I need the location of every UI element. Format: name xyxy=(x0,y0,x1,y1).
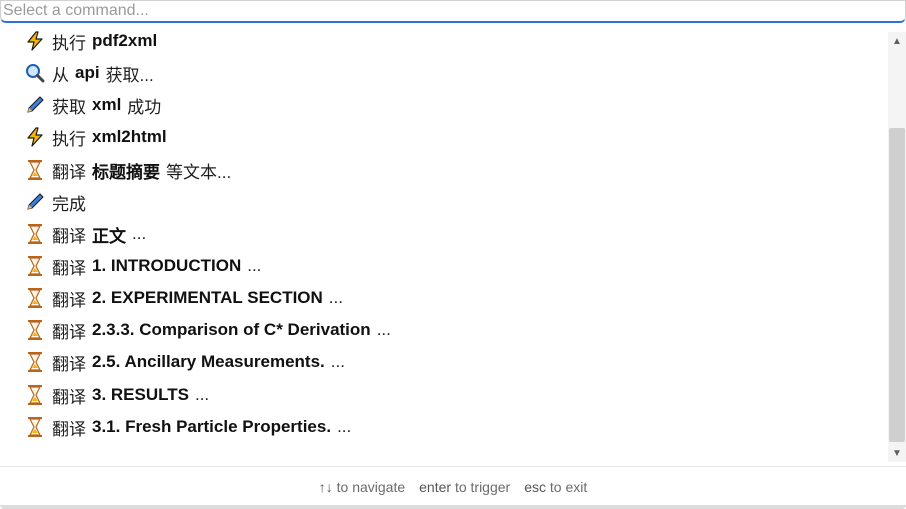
hourglass-icon xyxy=(24,159,46,181)
command-verb: 翻译 xyxy=(52,258,86,278)
exit-key: esc xyxy=(524,479,546,495)
command-suffix: ... xyxy=(337,417,352,436)
command-target: pdf2xml xyxy=(92,31,158,50)
command-target: 正文 xyxy=(92,226,126,246)
command-target: 2.3.3. Comparison of C* Derivation xyxy=(92,320,371,339)
command-verb: 翻译 xyxy=(52,290,86,310)
command-target: 3.1. Fresh Particle Properties. xyxy=(92,417,332,436)
command-palette: 执行 pdf2xml 从 api 获取... 获取 xml 成功 执行 xml2… xyxy=(0,0,906,509)
exit-hint: esc to exit xyxy=(524,479,587,495)
command-target: api xyxy=(75,63,100,82)
command-item[interactable]: 完成 xyxy=(24,188,884,216)
command-item[interactable]: 翻译 正文... xyxy=(24,220,884,248)
command-suffix: 等文本... xyxy=(166,162,232,182)
command-target: 标题摘要 xyxy=(92,162,160,182)
command-target: 2. EXPERIMENTAL SECTION xyxy=(92,288,323,307)
command-item[interactable]: 翻译 1. INTRODUCTION... xyxy=(24,252,884,280)
command-item[interactable]: 翻译 2.5. Ancillary Measurements.... xyxy=(24,348,884,376)
command-suffix: 获取... xyxy=(105,65,154,85)
keyboard-hints: ↑↓ to navigate enter to trigger esc to e… xyxy=(0,467,906,507)
pen-icon xyxy=(24,94,46,116)
command-item[interactable]: 执行 xml2html xyxy=(24,123,884,151)
command-verb: 翻译 xyxy=(52,419,86,439)
trigger-label: to trigger xyxy=(454,479,511,495)
lightning-icon xyxy=(24,126,46,148)
scroll-down-icon[interactable]: ▼ xyxy=(888,446,906,460)
lightning-icon xyxy=(24,30,46,52)
palette-bottom-edge xyxy=(0,505,906,509)
command-target: 3. RESULTS xyxy=(92,385,189,404)
command-target: xml xyxy=(92,95,122,114)
command-item[interactable]: 从 api 获取... xyxy=(24,59,884,87)
command-suffix: ... xyxy=(247,256,262,275)
scroll-up-icon[interactable]: ▲ xyxy=(888,34,906,48)
command-verb: 执行 xyxy=(52,33,86,53)
navigate-hint: ↑↓ to navigate xyxy=(319,479,405,495)
hourglass-icon xyxy=(24,255,46,277)
hourglass-icon xyxy=(24,384,46,406)
command-suffix: 成功 xyxy=(127,97,162,117)
command-verb: 执行 xyxy=(52,129,86,149)
command-verb: 完成 xyxy=(52,194,86,214)
search-bar xyxy=(0,0,906,30)
pen-icon xyxy=(24,191,46,213)
command-suffix: ... xyxy=(194,385,210,404)
scroll-thumb[interactable] xyxy=(889,128,905,442)
hourglass-icon xyxy=(24,416,46,438)
command-suffix: ... xyxy=(328,288,343,307)
command-item[interactable]: 翻译 标题摘要 等文本... xyxy=(24,156,884,184)
command-item[interactable]: 翻译 3.1. Fresh Particle Properties.... xyxy=(24,413,884,441)
magnifier-icon xyxy=(24,62,46,84)
command-target: 1. INTRODUCTION xyxy=(92,256,242,275)
trigger-key: enter xyxy=(419,479,452,495)
navigate-label: to navigate xyxy=(336,479,406,495)
command-verb: 翻译 xyxy=(52,322,86,342)
command-verb: 翻译 xyxy=(52,354,86,374)
command-search-input[interactable] xyxy=(0,0,906,23)
command-verb: 翻译 xyxy=(52,226,86,246)
command-item[interactable]: 获取 xml 成功 xyxy=(24,91,884,119)
command-target: 2.5. Ancillary Measurements. xyxy=(92,352,325,371)
command-item[interactable]: 翻译 2. EXPERIMENTAL SECTION... xyxy=(24,284,884,312)
command-item[interactable]: 执行 pdf2xml xyxy=(24,30,884,55)
exit-label: to exit xyxy=(549,479,588,495)
hourglass-icon xyxy=(24,319,46,341)
command-verb: 获取 xyxy=(52,97,86,117)
command-verb: 翻译 xyxy=(52,162,86,182)
list-scrollbar[interactable]: ▲ ▼ xyxy=(888,32,906,462)
hourglass-icon xyxy=(24,223,46,245)
command-item[interactable]: 翻译 2.3.3. Comparison of C* Derivation... xyxy=(24,316,884,344)
command-item[interactable]: 翻译 3. RESULTS... xyxy=(24,381,884,409)
command-suffix: ... xyxy=(132,224,147,243)
command-list: 执行 pdf2xml 从 api 获取... 获取 xml 成功 执行 xml2… xyxy=(0,30,888,462)
navigate-key: ↑↓ xyxy=(318,479,333,495)
command-verb: 翻译 xyxy=(52,387,86,407)
command-target: xml2html xyxy=(92,127,167,146)
trigger-hint: enter to trigger xyxy=(419,479,510,495)
hourglass-icon xyxy=(24,287,46,309)
command-suffix: ... xyxy=(376,320,391,339)
hourglass-icon xyxy=(24,351,46,373)
command-suffix: ... xyxy=(330,352,345,371)
command-verb: 从 xyxy=(52,65,69,85)
